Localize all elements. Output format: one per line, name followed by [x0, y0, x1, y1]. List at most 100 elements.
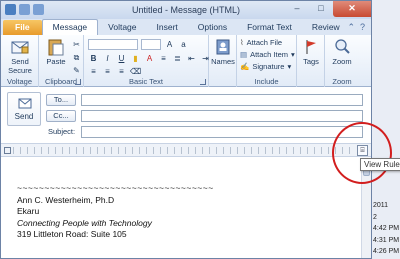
to-field[interactable] — [81, 94, 363, 106]
tab-message[interactable]: Message — [41, 19, 99, 35]
cc-button[interactable]: Cc... — [46, 110, 76, 122]
align-row: ≡ ≡ ≡ ⌫ — [88, 66, 141, 77]
attach-item-button[interactable]: ▤ Attach Item ▾ — [240, 50, 295, 59]
background-time: 2011 — [373, 202, 389, 209]
attach-file-button[interactable]: ⌇ Attach File — [240, 38, 282, 47]
envelope-lock-icon — [11, 41, 29, 54]
tab-options[interactable]: Options — [188, 20, 237, 35]
paperclip-icon: ⌇ — [240, 38, 244, 47]
tab-insert[interactable]: Insert — [147, 20, 188, 35]
signature-label: Signature — [252, 62, 285, 71]
send-secure-label: Send Secure — [8, 57, 32, 75]
group-label-include: Include — [254, 77, 279, 86]
bullets-icon[interactable]: ≡ — [158, 53, 169, 64]
paste-button[interactable]: Paste — [41, 38, 71, 66]
chevron-down-icon: ▾ — [287, 62, 292, 71]
maximize-icon[interactable]: □ — [309, 1, 333, 17]
help-icon[interactable]: ? — [360, 22, 365, 33]
signature-name: Ann C. Westerheim, Ph.D — [17, 194, 115, 205]
group-include: ⌇ Attach File ▤ Attach Item ▾ ✍ Signatur… — [237, 35, 297, 87]
group-tags: Tags — [297, 35, 325, 87]
decrease-indent-icon[interactable]: ⇤ — [186, 53, 197, 64]
tab-format-text[interactable]: Format Text — [237, 20, 302, 35]
send-button[interactable]: Send — [7, 92, 41, 126]
group-voltage: Send Secure Voltage — [1, 35, 39, 87]
outlook-item-icon: ▤ — [240, 50, 248, 59]
underline-icon[interactable]: U — [116, 53, 127, 64]
send-envelope-icon — [18, 98, 32, 109]
font-name-dropdown[interactable] — [88, 39, 138, 50]
group-label-voltage: Voltage — [6, 77, 33, 86]
message-body[interactable]: ~~~~~~~~~~~~~~~~~~~~~~~~~~~~~~~~~~~~ Ann… — [1, 158, 361, 258]
horizontal-ruler[interactable] — [13, 147, 353, 154]
shrink-font-icon[interactable]: a — [178, 39, 189, 50]
chevron-down-icon: ▾ — [291, 50, 295, 59]
close-icon[interactable]: ✕ — [333, 1, 371, 17]
tags-label: Tags — [303, 57, 319, 66]
background-time: 4:31 PM — [373, 236, 400, 244]
cc-field[interactable] — [81, 110, 363, 122]
clipboard-small-buttons: ✂ ⧉ ✎ — [71, 39, 82, 76]
minimize-ribbon-icon[interactable]: ⌃ — [347, 22, 355, 33]
copy-icon[interactable]: ⧉ — [71, 52, 82, 63]
flag-icon — [306, 40, 316, 54]
names-label: Names — [211, 57, 235, 66]
paste-icon — [48, 39, 64, 56]
paste-label: Paste — [46, 57, 66, 66]
background-time: 4:42 PM — [373, 225, 400, 232]
window-controls: – □ ✕ — [285, 1, 371, 17]
tab-review[interactable]: Review — [302, 20, 350, 35]
tab-file[interactable]: File — [3, 20, 42, 35]
ribbon-tabs: File Message Voltage Insert Options Form… — [1, 19, 371, 35]
group-clipboard: Paste ✂ ⧉ ✎ Clipboard — [39, 35, 84, 87]
ribbon-extra-controls: ⌃ ? — [347, 22, 365, 33]
ruler-bar: ⌸ — [1, 143, 371, 157]
tab-selector-icon[interactable] — [4, 147, 11, 154]
tags-button[interactable]: Tags — [297, 38, 325, 66]
font-color-icon[interactable]: A — [144, 53, 155, 64]
minimize-icon[interactable]: – — [285, 1, 309, 17]
group-label-zoom: Zoom — [332, 77, 352, 86]
basic-text-launcher-icon[interactable] — [200, 79, 206, 85]
font-size-dropdown[interactable] — [141, 39, 161, 50]
group-label-basic-text: Basic Text — [128, 77, 164, 86]
attach-item-label: Attach Item — [250, 50, 289, 59]
message-window: Untitled - Message (HTML) – □ ✕ File Mes… — [0, 0, 372, 259]
signature-block: ~~~~~~~~~~~~~~~~~~~~~~~~~~~~~~~~~~~~ Ann… — [17, 183, 214, 241]
send-label: Send — [14, 112, 34, 121]
font-row: A a — [88, 39, 189, 50]
ribbon: Send Secure Voltage Paste ✂ ⧉ ✎ Clipboar… — [1, 35, 371, 87]
align-center-icon[interactable]: ≡ — [102, 66, 113, 77]
to-button[interactable]: To... — [46, 94, 76, 106]
names-button[interactable]: Names — [209, 38, 237, 66]
highlight-circle — [332, 122, 392, 184]
tab-voltage[interactable]: Voltage — [98, 20, 146, 35]
bold-icon[interactable]: B — [88, 53, 99, 64]
signature-button[interactable]: ✍ Signature ▾ — [240, 62, 291, 71]
send-secure-button[interactable]: Send Secure — [5, 38, 35, 75]
cut-icon[interactable]: ✂ — [71, 39, 82, 50]
highlight-icon[interactable]: ▮ — [130, 53, 141, 64]
background-time: 4:26 PM — [373, 248, 400, 255]
numbering-icon[interactable]: ≣ — [172, 53, 183, 64]
format-row: B I U ▮ A ≡ ≣ ⇤ ⇥ — [88, 53, 211, 64]
align-left-icon[interactable]: ≡ — [88, 66, 99, 77]
signature-tagline: Connecting People with Technology — [17, 217, 152, 228]
view-ruler-tooltip: View Ruler — [360, 158, 400, 171]
message-header-fields: Send To... Cc... Subject: — [1, 88, 371, 140]
background-time: 2 — [373, 213, 377, 221]
signature-address: 319 Littleton Road: Suite 105 — [17, 229, 127, 239]
grow-font-icon[interactable]: A — [164, 39, 175, 50]
clear-formatting-icon[interactable]: ⌫ — [130, 66, 141, 77]
subject-field[interactable] — [81, 126, 363, 138]
italic-icon[interactable]: I — [102, 53, 113, 64]
signature-icon: ✍ — [240, 62, 250, 71]
address-book-icon — [216, 39, 230, 55]
align-right-icon[interactable]: ≡ — [116, 66, 127, 77]
clipboard-launcher-icon[interactable] — [75, 79, 81, 85]
zoom-button[interactable]: Zoom — [327, 38, 357, 66]
signature-company: Ekaru — [17, 206, 40, 216]
background-message-times: 2011 2 4:42 PM 4:31 PM 4:26 PM — [373, 200, 400, 258]
format-painter-icon[interactable]: ✎ — [71, 65, 82, 76]
attach-file-label: Attach File — [246, 38, 283, 47]
